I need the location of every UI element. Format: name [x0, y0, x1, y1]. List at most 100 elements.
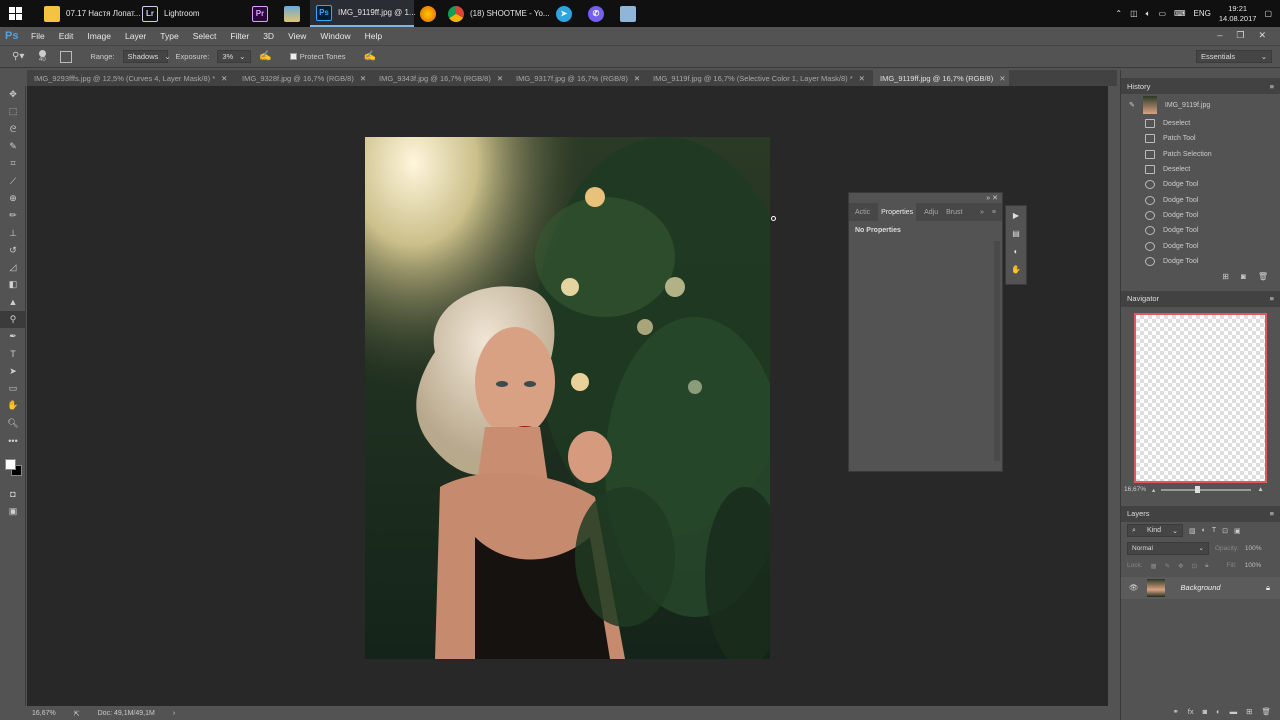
move-icon[interactable]: ✥: [0, 86, 26, 103]
history-item[interactable]: Dodge Tool: [1121, 177, 1280, 192]
history-item[interactable]: Dodge Tool: [1121, 238, 1280, 253]
color-swatches[interactable]: [0, 449, 25, 485]
panel-scrollbar[interactable]: [994, 241, 1000, 461]
tab-document[interactable]: IMG_9328f.jpg @ 16,7% (RGB/8) ✕: [235, 70, 372, 86]
panel-menu-icon[interactable]: ≡: [1270, 294, 1274, 303]
brush-settings-icon[interactable]: ✋: [1006, 260, 1026, 278]
history-item[interactable]: Dodge Tool: [1121, 208, 1280, 223]
hand-icon[interactable]: ✋: [0, 397, 26, 414]
taskbar-item-folder[interactable]: 07.17 Настя Лопат...: [38, 0, 140, 27]
eraser-icon[interactable]: ◿: [0, 259, 26, 276]
adjustment-layer-icon[interactable]: ◐: [1216, 707, 1221, 716]
taskbar-item-chrome[interactable]: (18) SHOOTME - Yo...: [442, 0, 550, 27]
trash-icon[interactable]: 🗑︎: [1258, 272, 1268, 281]
layers-panel-header[interactable]: Layers ≡: [1121, 505, 1280, 522]
lock-position-icon[interactable]: ✥: [1178, 562, 1183, 570]
properties-icon[interactable]: ▤: [1006, 224, 1026, 242]
lock-artboard-icon[interactable]: ⊡: [1192, 562, 1197, 570]
close-tab-icon[interactable]: ✕: [360, 74, 366, 83]
add-mask-icon[interactable]: ◙: [1203, 707, 1208, 716]
menu-select[interactable]: Select: [186, 31, 224, 41]
panel-menu-icon[interactable]: ≡: [992, 209, 1002, 216]
filter-shape-icon[interactable]: ⊡: [1222, 527, 1228, 535]
history-item[interactable]: Patch Selection: [1121, 147, 1280, 162]
zoom-icon[interactable]: 🔍︎: [0, 415, 26, 432]
history-snapshot[interactable]: ✎ IMG_9119f.jpg: [1121, 94, 1280, 116]
history-panel-header[interactable]: History ≡: [1121, 78, 1280, 94]
link-layers-icon[interactable]: ⚭: [1172, 707, 1178, 716]
document-photo[interactable]: [365, 137, 770, 659]
quick-mask-icon[interactable]: ◘: [0, 485, 26, 502]
minimize-icon[interactable]: –: [1217, 30, 1222, 41]
close-tab-icon[interactable]: ✕: [999, 74, 1005, 83]
panel-more-icon[interactable]: »: [980, 209, 984, 216]
history-item[interactable]: Deselect: [1121, 116, 1280, 131]
chevron-right-icon[interactable]: ›: [173, 710, 175, 717]
more-icon[interactable]: •••: [0, 432, 26, 449]
tab-brush[interactable]: Brust: [946, 209, 962, 216]
menu-view[interactable]: View: [281, 31, 313, 41]
language-indicator[interactable]: ENG: [1194, 9, 1211, 18]
tab-document[interactable]: IMG_9293fffs.jpg @ 12,5% (Curves 4, Laye…: [27, 70, 235, 86]
eyedropper-icon[interactable]: ⟋: [0, 172, 26, 189]
foreground-color-swatch[interactable]: [5, 459, 16, 471]
lock-all-icon[interactable]: 🔒︎: [1205, 562, 1208, 570]
adjustments-icon[interactable]: ◐: [1006, 242, 1026, 260]
taskbar-item-telegram[interactable]: ➤: [550, 0, 582, 27]
pressure-icon[interactable]: ✍: [364, 51, 376, 62]
history-item[interactable]: Patch Tool: [1121, 131, 1280, 146]
history-item[interactable]: Deselect: [1121, 162, 1280, 177]
volume-icon[interactable]: 🔈︎: [1146, 9, 1151, 19]
close-icon[interactable]: ✕: [1258, 30, 1266, 41]
camera-icon[interactable]: ◙: [1241, 272, 1246, 281]
navigator-zoom-value[interactable]: 16,67%: [1124, 486, 1146, 493]
zoom-in-icon[interactable]: ▲: [1257, 486, 1263, 493]
taskbar-item-photos[interactable]: [278, 0, 310, 27]
blend-mode-select[interactable]: Normal ⌄: [1127, 541, 1209, 555]
menu-edit[interactable]: Edit: [52, 31, 81, 41]
airbrush-icon[interactable]: ✍: [259, 51, 271, 62]
restore-icon[interactable]: ❐: [1236, 30, 1244, 41]
taskbar-item-lightroom[interactable]: Lr Lightroom: [136, 0, 246, 27]
type-icon[interactable]: T: [0, 345, 26, 362]
menu-file[interactable]: File: [24, 31, 52, 41]
new-document-icon[interactable]: ⊞: [1222, 272, 1229, 281]
notifications-icon[interactable]: ▢: [1264, 9, 1272, 18]
clone-stamp-icon[interactable]: ⊥: [0, 224, 26, 241]
exposure-field[interactable]: 3% ⌄: [217, 50, 252, 63]
taskbar-item-firefox[interactable]: [414, 0, 442, 27]
menu-image[interactable]: Image: [80, 31, 118, 41]
status-zoom[interactable]: 16,67%: [32, 710, 56, 717]
layer-kind-select[interactable]: ⌕ Kind ⌄: [1127, 524, 1183, 538]
zoom-out-icon[interactable]: ▴: [1152, 486, 1155, 494]
windows-start-button[interactable]: [0, 0, 30, 27]
filter-smart-icon[interactable]: ▣: [1234, 527, 1241, 535]
play-icon[interactable]: ▶: [1006, 206, 1026, 224]
new-layer-icon[interactable]: ⊞: [1246, 707, 1252, 716]
export-icon[interactable]: ⇱: [74, 710, 80, 718]
panel-collapse-bar[interactable]: » ✕: [986, 194, 998, 202]
lock-pixels-icon[interactable]: ▦: [1151, 562, 1157, 570]
marquee-icon[interactable]: ⬚: [0, 103, 26, 120]
layer-row[interactable]: 👁︎ Background 🔒︎: [1121, 576, 1280, 599]
dodge-tool-preset-icon[interactable]: ⚲▾: [12, 51, 24, 62]
workspace-select[interactable]: Essentials ⌄: [1196, 50, 1272, 63]
taskbar-item-premiere[interactable]: Pr: [246, 0, 278, 27]
filter-adjust-icon[interactable]: ◐: [1202, 527, 1206, 534]
blur-icon[interactable]: ▲: [0, 294, 26, 311]
quick-select-icon[interactable]: ✎: [0, 138, 26, 155]
history-item[interactable]: Dodge Tool: [1121, 192, 1280, 207]
history-item[interactable]: Dodge Tool: [1121, 254, 1280, 269]
brush-preset-picker[interactable]: 40: [32, 49, 52, 64]
close-tab-icon[interactable]: ✕: [859, 74, 865, 83]
navigator-preview[interactable]: [1134, 312, 1267, 483]
fill-value[interactable]: 100%: [1245, 562, 1262, 569]
zoom-slider-thumb[interactable]: [1195, 485, 1201, 493]
screen-mode-icon[interactable]: ▣: [0, 503, 26, 520]
filter-type-icon[interactable]: T: [1212, 527, 1216, 534]
history-brush-source-icon[interactable]: ✎: [1129, 101, 1135, 109]
navigator-panel-header[interactable]: Navigator ≡: [1121, 290, 1280, 307]
dodge-icon[interactable]: ⚲: [0, 310, 26, 329]
history-brush-icon[interactable]: ↺: [0, 242, 26, 259]
tab-document-active[interactable]: IMG_9119ff.jpg @ 16,7% (RGB/8) ✕: [873, 70, 1009, 86]
